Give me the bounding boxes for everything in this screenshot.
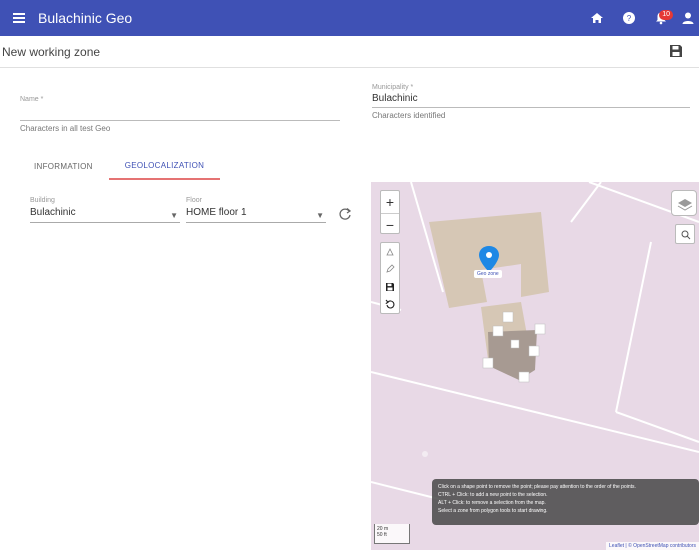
svg-text:?: ? xyxy=(627,14,632,23)
name-field[interactable]: Name * Characters in all test Geo xyxy=(20,96,340,133)
chevron-down-icon: ▼ xyxy=(170,211,178,220)
help-icon[interactable]: ? xyxy=(613,0,645,36)
floor-label: Floor xyxy=(186,197,202,204)
zoom-out-button[interactable]: − xyxy=(381,213,399,235)
app-bar-actions: ? 10 xyxy=(581,0,699,36)
building-value: Bulachinic xyxy=(30,207,76,218)
building-select[interactable]: Building Bulachinic ▼ xyxy=(30,197,180,223)
help-line: Click on a shape point to remove the poi… xyxy=(438,484,636,490)
save-shape-icon[interactable] xyxy=(385,278,395,296)
name-hint: Characters in all test Geo xyxy=(20,124,111,133)
municipality-label: Municipality * xyxy=(372,84,414,91)
polygon-tool-icon[interactable] xyxy=(385,243,395,261)
tab-geolocalization[interactable]: GEOLOCALIZATION xyxy=(108,152,221,180)
account-icon[interactable] xyxy=(677,0,699,36)
map-attribution[interactable]: Leaflet | © OpenStreetMap contributors xyxy=(606,542,699,550)
map-help-box: Click on a shape point to remove the poi… xyxy=(432,479,699,525)
draw-toolbar xyxy=(380,242,400,314)
zoom-in-button[interactable]: + xyxy=(381,191,399,213)
menu-icon[interactable] xyxy=(6,0,32,36)
notifications-icon[interactable]: 10 xyxy=(645,0,677,36)
name-label: Name * xyxy=(20,96,44,103)
tab-information[interactable]: INFORMATION xyxy=(18,152,109,180)
chevron-down-icon: ▼ xyxy=(316,211,324,220)
marker-label: Geo zone xyxy=(474,270,502,278)
help-line: Select a zone from polygon tools to star… xyxy=(438,508,548,514)
page-header: New working zone xyxy=(0,36,699,68)
floor-value: HOME floor 1 xyxy=(186,207,247,218)
search-icon[interactable] xyxy=(675,224,695,244)
municipality-underline xyxy=(372,107,690,108)
municipality-hint: Characters identified xyxy=(372,111,446,120)
save-icon[interactable] xyxy=(669,44,685,60)
scale-imperial: 50 ft xyxy=(377,532,387,538)
refresh-icon[interactable] xyxy=(338,207,352,221)
municipality-field[interactable]: Municipality * Bulachinic Characters ide… xyxy=(372,84,690,120)
name-underline xyxy=(20,120,340,121)
building-label: Building xyxy=(30,197,55,204)
map-scale: 20 m 50 ft xyxy=(374,524,410,544)
help-line: ALT + Click: to remove a selection from … xyxy=(438,500,546,506)
building-underline xyxy=(30,222,180,223)
edit-tool-icon[interactable] xyxy=(385,261,395,279)
app-bar: Bulachinic Geo ? 10 xyxy=(0,0,699,36)
municipality-value: Bulachinic xyxy=(372,93,418,104)
notification-badge: 10 xyxy=(659,10,673,20)
floor-underline xyxy=(186,222,326,223)
name-value xyxy=(20,105,340,117)
map-view[interactable]: + − Geo zone Click on a shape point to r… xyxy=(371,182,699,550)
home-icon[interactable] xyxy=(581,0,613,36)
layers-icon[interactable] xyxy=(671,190,697,216)
undo-icon[interactable] xyxy=(385,296,395,314)
help-line: CTRL + Click: to add a new point to the … xyxy=(438,492,548,498)
page-title: New working zone xyxy=(2,44,101,59)
app-title: Bulachinic Geo xyxy=(38,10,133,26)
tab-bar: INFORMATION GEOLOCALIZATION xyxy=(18,152,221,180)
floor-select[interactable]: Floor HOME floor 1 ▼ xyxy=(186,197,326,223)
zoom-control: + − xyxy=(380,190,400,234)
